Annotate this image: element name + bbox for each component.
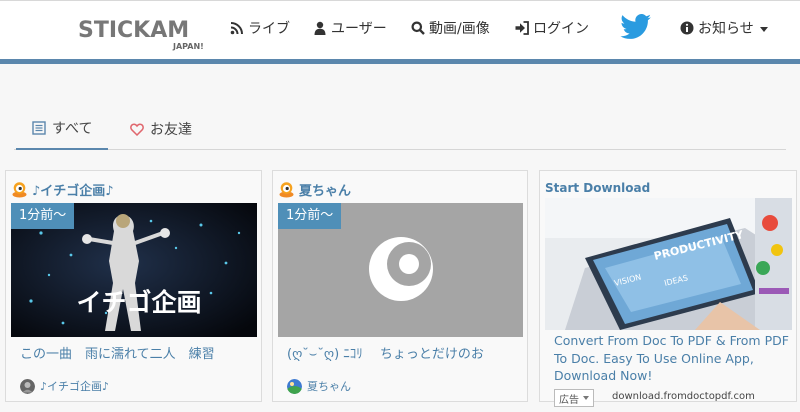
logo-subtext: JAPAN!: [173, 42, 204, 51]
mascot-icon: [12, 181, 27, 197]
live-card: 夏ちゃん 1分前～ (ღ˘⌣˘ღ) ﾆｺﾘ ちょっとだけのお 夏ちゃん: [272, 170, 528, 402]
twitter-icon[interactable]: [620, 13, 652, 41]
sign-in-icon: [515, 21, 529, 35]
ad-label-text: 広告: [559, 394, 579, 406]
card-title[interactable]: (ღ˘⌣˘ღ) ﾆｺﾘ ちょっとだけのお: [287, 343, 484, 362]
card-user-name: 夏ちゃん: [307, 380, 351, 393]
nav-live-label: ライブ: [248, 21, 290, 37]
ad-domain[interactable]: download.fromdoctopdf.com: [612, 391, 755, 402]
search-icon: [411, 21, 425, 35]
ad-text[interactable]: Convert From Doc To PDF & From PDF To Do…: [554, 332, 792, 385]
user-icon: [314, 21, 326, 35]
chevron-down-icon: [583, 396, 589, 400]
rss-icon: [230, 22, 243, 35]
nav-info[interactable]: お知らせ: [680, 18, 768, 38]
header-accent-bar: [0, 59, 800, 64]
avatar: [20, 378, 35, 394]
logo-text: STICKAM: [78, 18, 190, 43]
nav-user-label: ユーザー: [331, 21, 387, 37]
tab-friends-label: お友達: [150, 122, 192, 138]
thumbnail-caption: イチゴ企画: [76, 288, 201, 317]
card-title[interactable]: この一曲 雨に濡れて二人 練習: [20, 343, 215, 362]
tab-all[interactable]: すべて: [16, 108, 108, 150]
tab-all-label: すべて: [52, 121, 93, 137]
card-user-name: ♪イチゴ企画♪: [40, 380, 110, 393]
nav-login-label: ログイン: [533, 21, 589, 37]
avatar: [287, 378, 302, 394]
card-channel[interactable]: ♪イチゴ企画♪: [11, 179, 114, 199]
ad-label-dropdown[interactable]: 広告: [554, 389, 594, 407]
heart-icon: [130, 123, 144, 136]
time-badge: 1分前～: [278, 203, 342, 229]
live-card: ♪イチゴ企画♪ イチゴ企画 1分前～ この一曲 雨に濡れて二人 練習 ♪イチゴ企…: [5, 170, 262, 402]
caret-down-icon: [759, 26, 768, 32]
stream-thumbnail[interactable]: イチゴ企画 1分前～: [11, 203, 257, 337]
info-circle-icon: [680, 21, 694, 35]
card-channel-name: 夏ちゃん: [299, 183, 352, 199]
site-header: STICKAM JAPAN! ライブ ユーザー 動画/画像 ログイン お知らせ: [0, 0, 800, 59]
nav-live[interactable]: ライブ: [230, 18, 290, 38]
nav-login[interactable]: ログイン: [515, 18, 589, 38]
stickam-logo[interactable]: STICKAM JAPAN!: [78, 18, 208, 51]
ad-laptop-image: PRODUCTIVITY VISION IDEAS: [545, 198, 792, 330]
list-icon: [32, 121, 46, 135]
stream-thumbnail[interactable]: 1分前～: [278, 203, 523, 337]
card-user[interactable]: 夏ちゃん: [287, 378, 351, 394]
card-user[interactable]: ♪イチゴ企画♪: [20, 378, 109, 394]
mascot-icon: [279, 181, 294, 197]
card-channel[interactable]: 夏ちゃん: [278, 179, 351, 199]
nav-video-label: 動画/画像: [429, 21, 490, 37]
nav-video[interactable]: 動画/画像: [411, 18, 490, 38]
nav-info-label: お知らせ: [698, 21, 754, 37]
ad-card: Start Download PRODUCTIVITY VISION IDEAS…: [539, 170, 797, 407]
card-channel-name: ♪イチゴ企画♪: [32, 183, 114, 199]
ad-image[interactable]: PRODUCTIVITY VISION IDEAS: [545, 198, 792, 330]
feed-tabs: すべて お友達: [14, 108, 786, 150]
tab-friends[interactable]: お友達: [130, 108, 192, 150]
ad-heading[interactable]: Start Download: [545, 181, 650, 195]
time-badge: 1分前～: [11, 203, 75, 229]
nav-user[interactable]: ユーザー: [313, 18, 387, 38]
